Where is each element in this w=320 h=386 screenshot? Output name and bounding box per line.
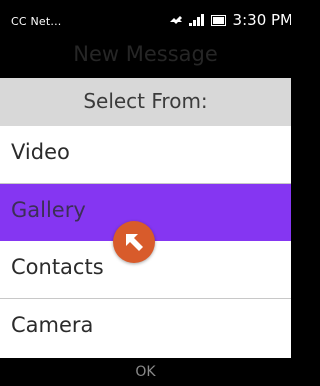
carrier-name: CC Net...	[11, 15, 62, 28]
status-bar: CC Net... 3:30 PM	[0, 0, 291, 40]
select-from-header: Select From:	[0, 78, 291, 126]
page-title: New Message	[73, 42, 218, 66]
select-from-label: Select From:	[83, 89, 208, 113]
battery-icon	[210, 11, 227, 30]
menu-item-label: Gallery	[11, 198, 86, 222]
softkey-bar: OK	[0, 358, 291, 386]
menu-item-label: Video	[11, 140, 70, 164]
status-clock: 3:30 PM	[232, 11, 291, 29]
phone-screen: CC Net... 3:30 PM New Message Select Fro…	[0, 0, 291, 386]
ok-softkey[interactable]: OK	[0, 364, 291, 380]
menu-item-camera[interactable]: Camera	[0, 299, 291, 356]
menu-item-label: Contacts	[11, 255, 104, 279]
arrow-cursor-icon	[113, 221, 155, 263]
notification-icon	[169, 11, 183, 30]
status-icons: 3:30 PM	[169, 10, 291, 30]
signal-icon	[188, 11, 205, 30]
title-bar: New Message	[0, 40, 291, 78]
menu-item-label: Camera	[11, 313, 94, 337]
menu-item-video[interactable]: Video	[0, 126, 291, 183]
